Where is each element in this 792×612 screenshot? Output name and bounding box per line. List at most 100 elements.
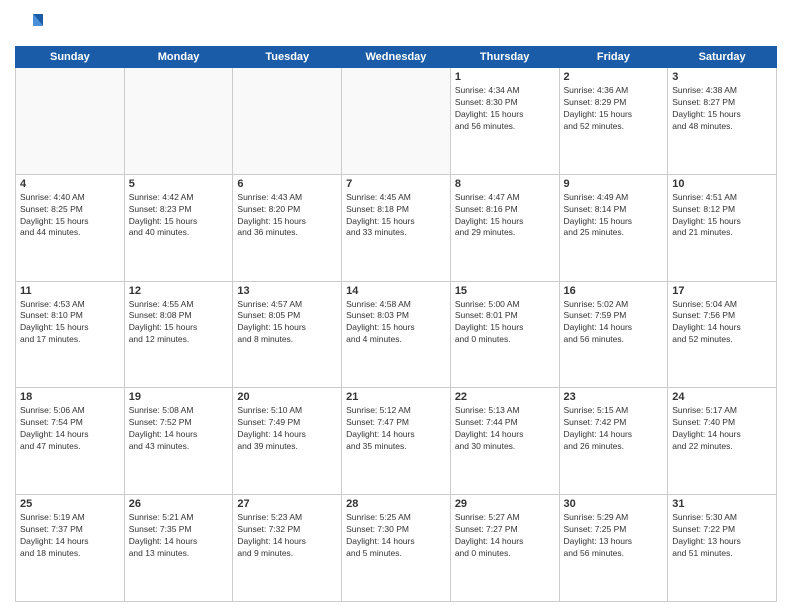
page: SundayMondayTuesdayWednesdayThursdayFrid…: [0, 0, 792, 612]
day-info: Sunrise: 4:40 AM Sunset: 8:25 PM Dayligh…: [20, 192, 120, 240]
day-info: Sunrise: 5:23 AM Sunset: 7:32 PM Dayligh…: [237, 512, 337, 560]
day-number: 31: [672, 498, 772, 510]
day-number: 3: [672, 71, 772, 83]
calendar-cell: 31 Sunrise: 5:30 AM Sunset: 7:22 PM Dayli…: [668, 495, 777, 602]
day-info: Sunrise: 5:08 AM Sunset: 7:52 PM Dayligh…: [129, 405, 229, 453]
calendar-cell: [233, 68, 342, 175]
day-info: Sunrise: 4:38 AM Sunset: 8:27 PM Dayligh…: [672, 85, 772, 133]
calendar-cell: 11Sunrise: 4:53 AM Sunset: 8:10 PM Dayli…: [16, 281, 125, 388]
calendar-cell: 30Sunrise: 5:29 AM Sunset: 7:25 PM Dayli…: [559, 495, 668, 602]
day-number: 10: [672, 178, 772, 190]
day-info: Sunrise: 4:47 AM Sunset: 8:16 PM Dayligh…: [455, 192, 555, 240]
calendar-cell: 5 Sunrise: 4:42 AM Sunset: 8:23 PM Daylig…: [124, 174, 233, 281]
calendar-week-2: 4 Sunrise: 4:40 AM Sunset: 8:25 PM Daylig…: [16, 174, 777, 281]
day-info: Sunrise: 5:02 AM Sunset: 7:59 PM Dayligh…: [564, 299, 664, 347]
day-number: 21: [346, 391, 446, 403]
day-number: 29: [455, 498, 555, 510]
day-number: 20: [237, 391, 337, 403]
calendar-header-sunday: Sunday: [16, 47, 125, 68]
calendar-cell: 26 Sunrise: 5:21 AM Sunset: 7:35 PM Dayli…: [124, 495, 233, 602]
day-number: 25: [20, 498, 120, 510]
calendar-cell: 10Sunrise: 4:51 AM Sunset: 8:12 PM Dayli…: [668, 174, 777, 281]
day-number: 9: [564, 178, 664, 190]
calendar-cell: 23Sunrise: 5:15 AM Sunset: 7:42 PM Dayli…: [559, 388, 668, 495]
calendar-cell: 7 Sunrise: 4:45 AM Sunset: 8:18 PM Daylig…: [342, 174, 451, 281]
calendar-cell: 28 Sunrise: 5:25 AM Sunset: 7:30 PM Dayli…: [342, 495, 451, 602]
calendar-cell: [342, 68, 451, 175]
calendar-week-5: 25 Sunrise: 5:19 AM Sunset: 7:37 PM Dayli…: [16, 495, 777, 602]
calendar-cell: 25 Sunrise: 5:19 AM Sunset: 7:37 PM Dayli…: [16, 495, 125, 602]
day-info: Sunrise: 4:58 AM Sunset: 8:03 PM Dayligh…: [346, 299, 446, 347]
calendar-cell: 21 Sunrise: 5:12 AM Sunset: 7:47 PM Dayli…: [342, 388, 451, 495]
calendar-cell: 20Sunrise: 5:10 AM Sunset: 7:49 PM Dayli…: [233, 388, 342, 495]
calendar-cell: 22Sunrise: 5:13 AM Sunset: 7:44 PM Dayli…: [450, 388, 559, 495]
day-number: 14: [346, 285, 446, 297]
day-number: 13: [237, 285, 337, 297]
calendar-cell: [124, 68, 233, 175]
calendar-cell: 4 Sunrise: 4:40 AM Sunset: 8:25 PM Daylig…: [16, 174, 125, 281]
day-number: 19: [129, 391, 229, 403]
calendar-header-row: SundayMondayTuesdayWednesdayThursdayFrid…: [16, 47, 777, 68]
logo: [15, 10, 47, 38]
day-info: Sunrise: 5:30 AM Sunset: 7:22 PM Dayligh…: [672, 512, 772, 560]
day-number: 7: [346, 178, 446, 190]
calendar-header-thursday: Thursday: [450, 47, 559, 68]
day-number: 26: [129, 498, 229, 510]
calendar-table: SundayMondayTuesdayWednesdayThursdayFrid…: [15, 46, 777, 602]
calendar-header-wednesday: Wednesday: [342, 47, 451, 68]
day-number: 17: [672, 285, 772, 297]
day-number: 2: [564, 71, 664, 83]
day-info: Sunrise: 5:12 AM Sunset: 7:47 PM Dayligh…: [346, 405, 446, 453]
day-number: 4: [20, 178, 120, 190]
calendar-cell: 12Sunrise: 4:55 AM Sunset: 8:08 PM Dayli…: [124, 281, 233, 388]
calendar-header-friday: Friday: [559, 47, 668, 68]
day-info: Sunrise: 4:57 AM Sunset: 8:05 PM Dayligh…: [237, 299, 337, 347]
calendar-cell: 2Sunrise: 4:36 AM Sunset: 8:29 PM Daylig…: [559, 68, 668, 175]
calendar-cell: 16 Sunrise: 5:02 AM Sunset: 7:59 PM Dayli…: [559, 281, 668, 388]
calendar-cell: 1 Sunrise: 4:34 AM Sunset: 8:30 PM Daylig…: [450, 68, 559, 175]
day-number: 28: [346, 498, 446, 510]
calendar-cell: 9Sunrise: 4:49 AM Sunset: 8:14 PM Daylig…: [559, 174, 668, 281]
day-info: Sunrise: 5:04 AM Sunset: 7:56 PM Dayligh…: [672, 299, 772, 347]
day-number: 1: [455, 71, 555, 83]
day-info: Sunrise: 4:43 AM Sunset: 8:20 PM Dayligh…: [237, 192, 337, 240]
calendar-cell: 14 Sunrise: 4:58 AM Sunset: 8:03 PM Dayli…: [342, 281, 451, 388]
day-info: Sunrise: 5:29 AM Sunset: 7:25 PM Dayligh…: [564, 512, 664, 560]
day-info: Sunrise: 4:34 AM Sunset: 8:30 PM Dayligh…: [455, 85, 555, 133]
calendar-cell: 15Sunrise: 5:00 AM Sunset: 8:01 PM Dayli…: [450, 281, 559, 388]
day-info: Sunrise: 5:06 AM Sunset: 7:54 PM Dayligh…: [20, 405, 120, 453]
calendar-cell: 13 Sunrise: 4:57 AM Sunset: 8:05 PM Dayli…: [233, 281, 342, 388]
calendar-header-saturday: Saturday: [668, 47, 777, 68]
calendar-week-4: 18 Sunrise: 5:06 AM Sunset: 7:54 PM Dayli…: [16, 388, 777, 495]
day-info: Sunrise: 5:13 AM Sunset: 7:44 PM Dayligh…: [455, 405, 555, 453]
calendar-cell: 27Sunrise: 5:23 AM Sunset: 7:32 PM Dayli…: [233, 495, 342, 602]
day-info: Sunrise: 5:17 AM Sunset: 7:40 PM Dayligh…: [672, 405, 772, 453]
day-number: 11: [20, 285, 120, 297]
day-info: Sunrise: 5:21 AM Sunset: 7:35 PM Dayligh…: [129, 512, 229, 560]
day-info: Sunrise: 5:15 AM Sunset: 7:42 PM Dayligh…: [564, 405, 664, 453]
day-info: Sunrise: 4:45 AM Sunset: 8:18 PM Dayligh…: [346, 192, 446, 240]
calendar-cell: 24 Sunrise: 5:17 AM Sunset: 7:40 PM Dayli…: [668, 388, 777, 495]
calendar-header-tuesday: Tuesday: [233, 47, 342, 68]
header: [15, 10, 777, 38]
calendar-cell: 17 Sunrise: 5:04 AM Sunset: 7:56 PM Dayli…: [668, 281, 777, 388]
calendar-cell: 19 Sunrise: 5:08 AM Sunset: 7:52 PM Dayli…: [124, 388, 233, 495]
day-number: 6: [237, 178, 337, 190]
calendar-cell: 3 Sunrise: 4:38 AM Sunset: 8:27 PM Daylig…: [668, 68, 777, 175]
logo-icon: [15, 10, 43, 38]
calendar-header-monday: Monday: [124, 47, 233, 68]
day-info: Sunrise: 5:25 AM Sunset: 7:30 PM Dayligh…: [346, 512, 446, 560]
calendar-week-1: 1 Sunrise: 4:34 AM Sunset: 8:30 PM Daylig…: [16, 68, 777, 175]
day-info: Sunrise: 4:42 AM Sunset: 8:23 PM Dayligh…: [129, 192, 229, 240]
calendar-cell: 29 Sunrise: 5:27 AM Sunset: 7:27 PM Dayli…: [450, 495, 559, 602]
day-number: 5: [129, 178, 229, 190]
calendar-week-3: 11Sunrise: 4:53 AM Sunset: 8:10 PM Dayli…: [16, 281, 777, 388]
day-number: 8: [455, 178, 555, 190]
day-number: 24: [672, 391, 772, 403]
day-info: Sunrise: 5:27 AM Sunset: 7:27 PM Dayligh…: [455, 512, 555, 560]
day-number: 18: [20, 391, 120, 403]
calendar-cell: [16, 68, 125, 175]
day-number: 16: [564, 285, 664, 297]
calendar-cell: 8 Sunrise: 4:47 AM Sunset: 8:16 PM Daylig…: [450, 174, 559, 281]
day-info: Sunrise: 5:19 AM Sunset: 7:37 PM Dayligh…: [20, 512, 120, 560]
